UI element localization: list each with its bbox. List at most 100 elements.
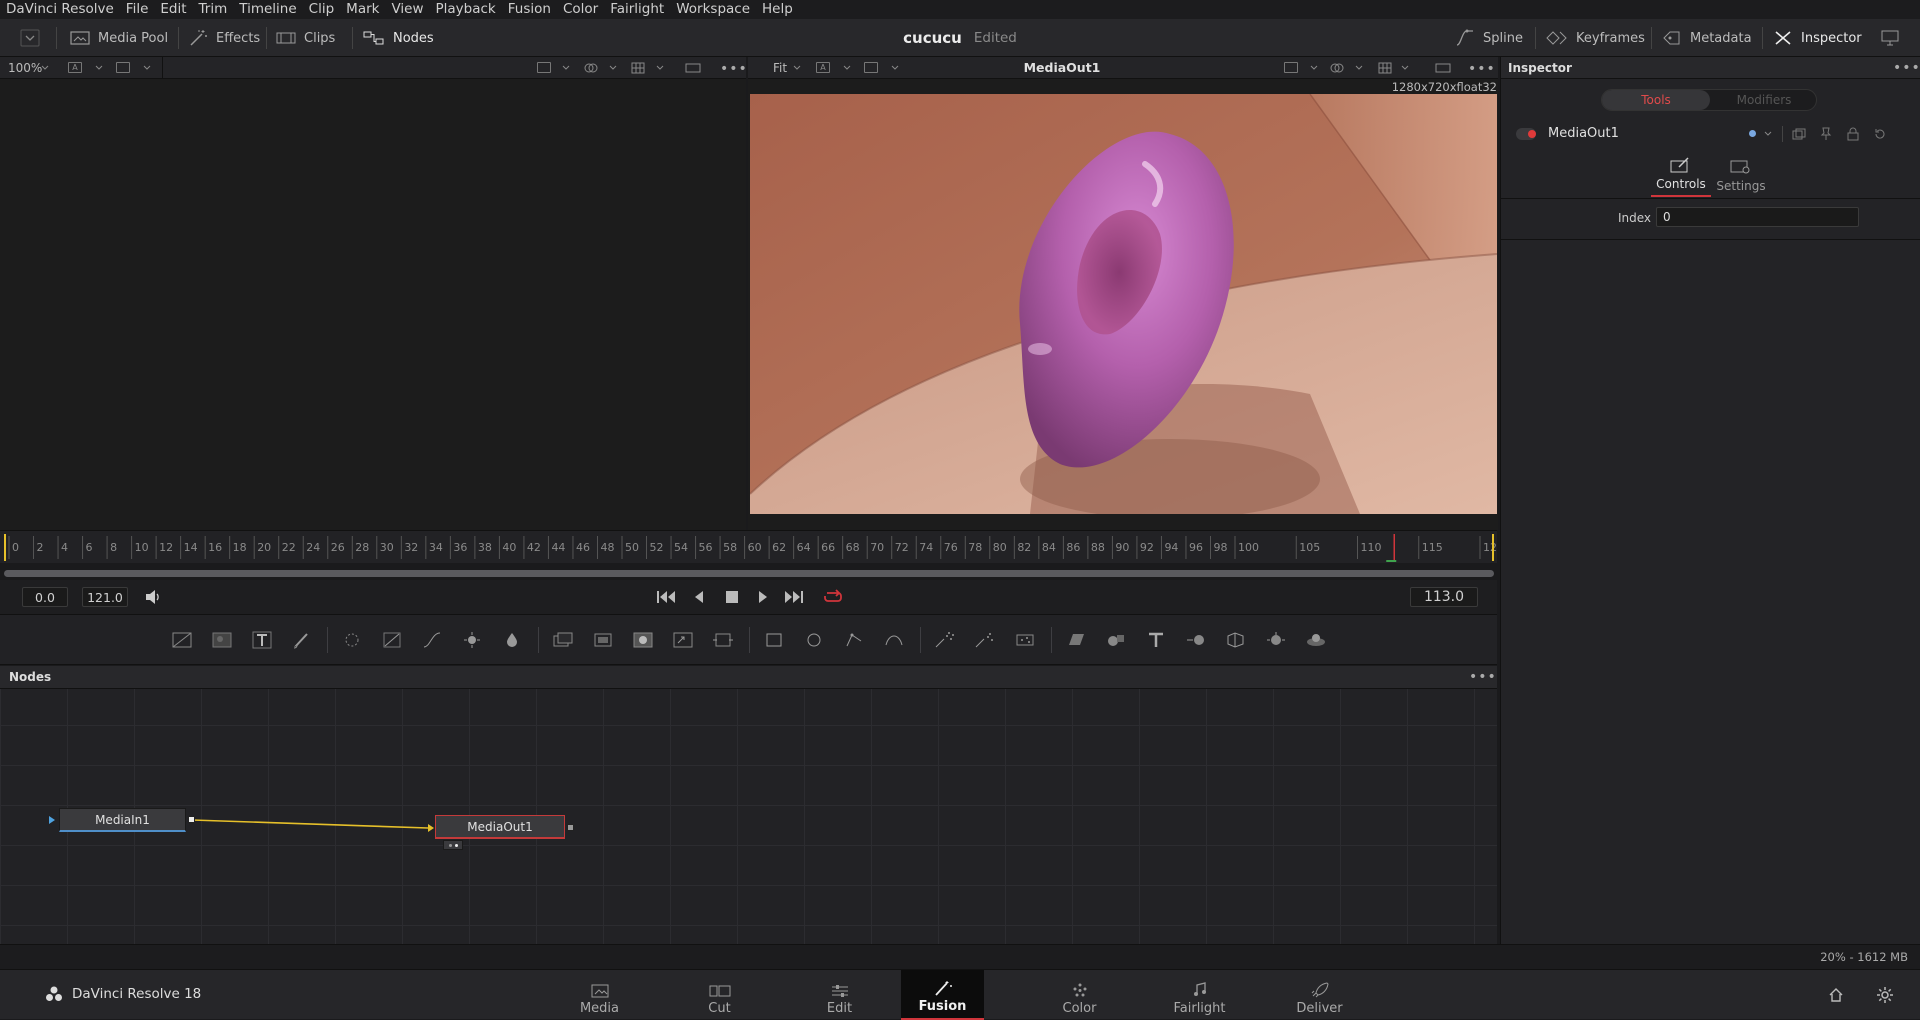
step-back-icon[interactable]	[693, 590, 705, 604]
fast-noise-tool-icon[interactable]	[209, 627, 235, 653]
channel-booleans-tool-icon[interactable]	[590, 627, 616, 653]
chevron-down-icon[interactable]	[561, 63, 571, 73]
blur-tool-icon[interactable]	[339, 627, 365, 653]
node-view-indicator[interactable]	[443, 840, 463, 850]
menu-mark[interactable]: Mark	[340, 0, 385, 19]
pin-icon[interactable]	[1820, 127, 1832, 141]
node-editor-canvas[interactable]: MediaIn1 MediaOut1	[0, 689, 1497, 944]
camera-3d-icon[interactable]	[1223, 627, 1249, 653]
image-plane-3d-icon[interactable]	[1063, 627, 1089, 653]
page-tab-media[interactable]: Media	[558, 970, 641, 1020]
go-to-end-icon[interactable]	[784, 589, 804, 605]
menu-fusion[interactable]: Fusion	[502, 0, 557, 19]
node-output-port[interactable]	[188, 816, 195, 823]
subtab-settings[interactable]: Settings	[1711, 149, 1771, 197]
tab-tools[interactable]: Tools	[1602, 90, 1710, 110]
chevron-down-icon[interactable]	[40, 63, 50, 73]
menu-help[interactable]: Help	[756, 0, 799, 19]
menu-fairlight[interactable]: Fairlight	[604, 0, 670, 19]
clips-button[interactable]: Clips	[276, 19, 335, 57]
stop-icon[interactable]	[725, 590, 739, 604]
background-tool-icon[interactable]	[169, 627, 195, 653]
color-wheel-icon[interactable]	[584, 62, 598, 74]
node-mediaout1[interactable]: MediaOut1	[435, 815, 565, 839]
menu-timeline[interactable]: Timeline	[233, 0, 302, 19]
node-mediain1[interactable]: MediaIn1	[59, 808, 186, 832]
chevron-down-icon[interactable]	[608, 63, 618, 73]
more-options-icon[interactable]: •••	[1469, 669, 1497, 685]
shape-3d-icon[interactable]	[1103, 627, 1129, 653]
menu-edit[interactable]: Edit	[154, 0, 192, 19]
nodes-button[interactable]: Nodes	[363, 19, 434, 57]
lock-icon[interactable]	[1847, 127, 1859, 141]
toolbar-collapse-button[interactable]	[20, 19, 40, 57]
play-icon[interactable]	[757, 590, 769, 604]
color-curves-tool-icon[interactable]	[419, 627, 445, 653]
spline-button[interactable]: Spline	[1455, 19, 1523, 57]
go-to-start-icon[interactable]	[656, 589, 676, 605]
media-pool-button[interactable]: Media Pool	[70, 19, 168, 57]
text-tool-icon[interactable]	[249, 627, 275, 653]
resize-tool-icon[interactable]	[670, 627, 696, 653]
collapse-icon[interactable]	[1792, 128, 1806, 140]
polygon-mask-icon[interactable]	[841, 627, 867, 653]
transform-tool-icon[interactable]	[710, 627, 736, 653]
menu-playback[interactable]: Playback	[430, 0, 502, 19]
bspline-mask-icon[interactable]	[881, 627, 907, 653]
render-range-marker[interactable]	[1492, 534, 1494, 561]
page-tab-deliver[interactable]: Deliver	[1278, 970, 1361, 1020]
menu-trim[interactable]: Trim	[193, 0, 234, 19]
time-ruler[interactable]: 0 2 4 6 8 10 12 14 16 18 20 22 24 26 28 30 32 34 36 38 40 42 4…	[0, 530, 1497, 563]
render-start-field[interactable]: 0.0	[22, 587, 68, 607]
chevron-down-icon[interactable]	[94, 63, 104, 73]
roi-icon[interactable]	[1284, 62, 1298, 73]
lut-icon[interactable]	[116, 62, 130, 73]
gear-icon[interactable]	[1876, 986, 1894, 1004]
subtab-controls[interactable]: Controls	[1651, 149, 1711, 197]
left-viewer-zoom[interactable]: 100%	[8, 61, 42, 75]
chevron-down-icon[interactable]	[1354, 63, 1364, 73]
more-options-icon[interactable]: •••	[1893, 60, 1920, 76]
brightness-contrast-tool-icon[interactable]	[379, 627, 405, 653]
fullscreen-button[interactable]	[1880, 19, 1900, 57]
color-wheel-icon[interactable]	[1330, 62, 1344, 74]
speaker-icon[interactable]	[144, 589, 162, 605]
index-input[interactable]: 0	[1656, 207, 1859, 227]
metadata-button[interactable]: Metadata	[1662, 19, 1752, 57]
matte-control-tool-icon[interactable]	[630, 627, 656, 653]
color-corrector-tool-icon[interactable]	[459, 627, 485, 653]
menu-workspace[interactable]: Workspace	[670, 0, 756, 19]
timeline-scrubber[interactable]	[4, 570, 1494, 577]
chevron-down-icon[interactable]	[1400, 63, 1410, 73]
inspector-button[interactable]: Inspector	[1773, 19, 1862, 57]
particle-tool-icon[interactable]	[1012, 627, 1038, 653]
menu-clip[interactable]: Clip	[303, 0, 341, 19]
particle-renderer-icon[interactable]	[972, 627, 998, 653]
rectangle-mask-icon[interactable]	[761, 627, 787, 653]
color-drop-tool-icon[interactable]	[499, 627, 525, 653]
page-tab-fairlight[interactable]: Fairlight	[1158, 970, 1241, 1020]
right-viewer[interactable]: 1280x720xfloat32	[748, 79, 1498, 530]
safe-frame-icon[interactable]	[685, 62, 701, 74]
merge-3d-icon[interactable]	[1183, 627, 1209, 653]
spotlight-3d-icon[interactable]	[1263, 627, 1289, 653]
current-time-field[interactable]: 113.0	[1410, 587, 1478, 607]
channel-icon[interactable]: A	[68, 62, 82, 73]
chevron-down-icon[interactable]	[1763, 129, 1773, 139]
menu-color[interactable]: Color	[557, 0, 604, 19]
left-viewer[interactable]	[0, 79, 746, 530]
merge-tool-icon[interactable]	[550, 627, 576, 653]
home-icon[interactable]	[1828, 987, 1844, 1003]
page-tab-edit[interactable]: Edit	[798, 970, 881, 1020]
keyframes-button[interactable]: Keyframes	[1546, 19, 1645, 57]
more-options-icon[interactable]: •••	[1468, 61, 1496, 77]
paint-tool-icon[interactable]	[289, 627, 315, 653]
node-output-port[interactable]	[567, 824, 574, 831]
page-tab-cut[interactable]: Cut	[678, 970, 761, 1020]
render-range-marker[interactable]	[4, 534, 6, 561]
particle-emitter-icon[interactable]	[932, 627, 958, 653]
menu-file[interactable]: File	[120, 0, 155, 19]
safe-frame-icon[interactable]	[1435, 62, 1451, 74]
chevron-down-icon[interactable]	[142, 63, 152, 73]
effects-button[interactable]: Effects	[188, 19, 260, 57]
